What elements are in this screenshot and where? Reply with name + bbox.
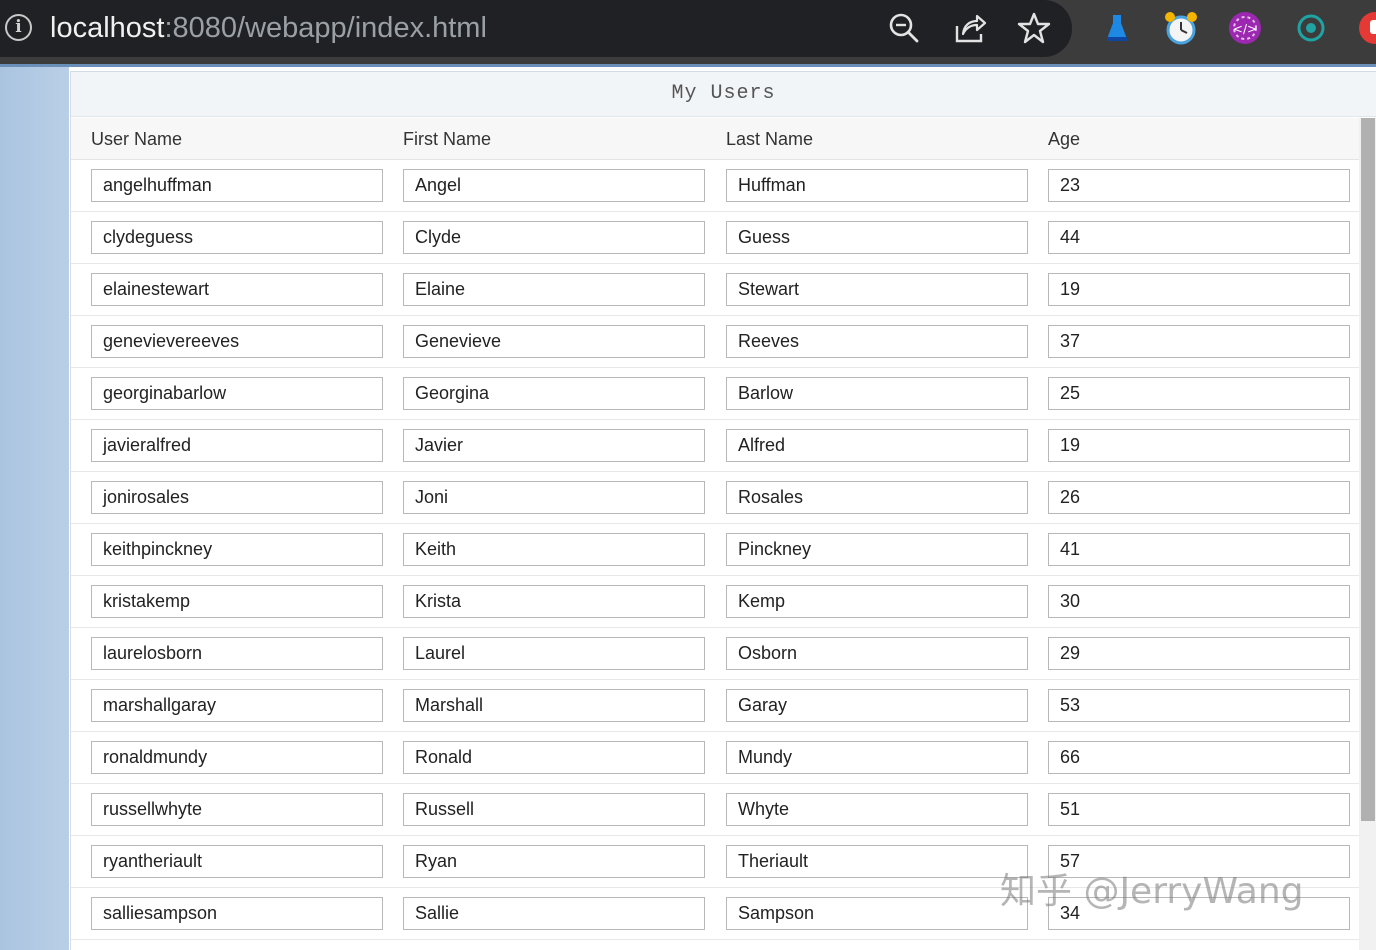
table-row: clydeguess Clyde Guess 44 (71, 212, 1359, 264)
table-header: User Name First Name Last Name Age (71, 118, 1359, 160)
username-field[interactable]: marshallgaray (91, 689, 383, 722)
username-field[interactable]: angelhuffman (91, 169, 383, 202)
table-scrollbar-thumb[interactable] (1361, 118, 1375, 821)
username-field[interactable]: clydeguess (91, 221, 383, 254)
bookmark-star-icon[interactable] (1016, 10, 1052, 46)
watermark-text: 知乎 @JerryWang (1000, 862, 1304, 914)
browser-toolbar: i localhost:8080/webapp/index.html </> (0, 0, 1376, 66)
table-body: angelhuffman Angel Huffman 23 clydeguess… (71, 160, 1359, 940)
last-name-field[interactable]: Barlow (726, 377, 1028, 410)
first-name-field[interactable]: Laurel (403, 637, 705, 670)
username-field[interactable]: salliesampson (91, 897, 383, 930)
share-icon[interactable] (952, 10, 988, 46)
first-name-field[interactable]: Ryan (403, 845, 705, 878)
age-field[interactable]: 23 (1048, 169, 1350, 202)
age-field[interactable]: 26 (1048, 481, 1350, 514)
first-name-field[interactable]: Elaine (403, 273, 705, 306)
age-field[interactable]: 41 (1048, 533, 1350, 566)
table-title: My Users (71, 71, 1376, 117)
column-header-age[interactable]: Age (1048, 118, 1080, 160)
column-header-first-name[interactable]: First Name (403, 118, 491, 160)
username-field[interactable]: georginabarlow (91, 377, 383, 410)
table-row: kristakemp Krista Kemp 30 (71, 576, 1359, 628)
last-name-field[interactable]: Stewart (726, 273, 1028, 306)
username-field[interactable]: laurelosborn (91, 637, 383, 670)
last-name-field[interactable]: Alfred (726, 429, 1028, 462)
first-name-field[interactable]: Ronald (403, 741, 705, 774)
extension-flask-icon[interactable] (1098, 9, 1136, 47)
extension-eye-icon[interactable] (1292, 9, 1330, 47)
extension-alarm-clock-icon[interactable] (1162, 9, 1200, 47)
last-name-field[interactable]: Whyte (726, 793, 1028, 826)
username-field[interactable]: elainestewart (91, 273, 383, 306)
table-row: genevievereeves Genevieve Reeves 37 (71, 316, 1359, 368)
age-field[interactable]: 37 (1048, 325, 1350, 358)
username-field[interactable]: ronaldmundy (91, 741, 383, 774)
last-name-field[interactable]: Guess (726, 221, 1028, 254)
last-name-field[interactable]: Garay (726, 689, 1028, 722)
last-name-field[interactable]: Mundy (726, 741, 1028, 774)
last-name-field[interactable]: Osborn (726, 637, 1028, 670)
age-field[interactable]: 19 (1048, 273, 1350, 306)
svg-text:</>: </> (1233, 22, 1257, 36)
table-row: elainestewart Elaine Stewart 19 (71, 264, 1359, 316)
column-header-last-name[interactable]: Last Name (726, 118, 813, 160)
username-field[interactable]: kristakemp (91, 585, 383, 618)
age-field[interactable]: 19 (1048, 429, 1350, 462)
age-field[interactable]: 44 (1048, 221, 1350, 254)
first-name-field[interactable]: Angel (403, 169, 705, 202)
table-row: ronaldmundy Ronald Mundy 66 (71, 732, 1359, 784)
table-row: russellwhyte Russell Whyte 51 (71, 784, 1359, 836)
first-name-field[interactable]: Krista (403, 585, 705, 618)
table-row: georginabarlow Georgina Barlow 25 (71, 368, 1359, 420)
column-header-user-name[interactable]: User Name (91, 118, 182, 160)
age-field[interactable]: 29 (1048, 637, 1350, 670)
table-row: keithpinckney Keith Pinckney 41 (71, 524, 1359, 576)
first-name-field[interactable]: Georgina (403, 377, 705, 410)
first-name-field[interactable]: Genevieve (403, 325, 705, 358)
users-table-panel: My Users User Name First Name Last Name … (70, 71, 1376, 950)
last-name-field[interactable]: Pinckney (726, 533, 1028, 566)
first-name-field[interactable]: Marshall (403, 689, 705, 722)
username-field[interactable]: russellwhyte (91, 793, 383, 826)
first-name-field[interactable]: Javier (403, 429, 705, 462)
extension-purple-icon[interactable]: </> (1226, 9, 1264, 47)
table-row: angelhuffman Angel Huffman 23 (71, 160, 1359, 212)
age-field[interactable]: 66 (1048, 741, 1350, 774)
username-field[interactable]: genevievereeves (91, 325, 383, 358)
age-field[interactable]: 51 (1048, 793, 1350, 826)
last-name-field[interactable]: Huffman (726, 169, 1028, 202)
table-row: laurelosborn Laurel Osborn 29 (71, 628, 1359, 680)
last-name-field[interactable]: Sampson (726, 897, 1028, 930)
last-name-field[interactable]: Kemp (726, 585, 1028, 618)
username-field[interactable]: javieralfred (91, 429, 383, 462)
first-name-field[interactable]: Joni (403, 481, 705, 514)
first-name-field[interactable]: Keith (403, 533, 705, 566)
last-name-field[interactable]: Rosales (726, 481, 1028, 514)
age-field[interactable]: 53 (1048, 689, 1350, 722)
first-name-field[interactable]: Russell (403, 793, 705, 826)
table-row: marshallgaray Marshall Garay 53 (71, 680, 1359, 732)
table-row: jonirosales Joni Rosales 26 (71, 472, 1359, 524)
extension-red-icon[interactable] (1356, 9, 1376, 47)
age-field[interactable]: 30 (1048, 585, 1350, 618)
username-field[interactable]: keithpinckney (91, 533, 383, 566)
address-bar[interactable]: i localhost:8080/webapp/index.html (0, 0, 1072, 57)
last-name-field[interactable]: Reeves (726, 325, 1028, 358)
first-name-field[interactable]: Clyde (403, 221, 705, 254)
zoom-out-icon[interactable] (886, 10, 922, 46)
age-field[interactable]: 25 (1048, 377, 1350, 410)
site-info-icon[interactable]: i (5, 14, 32, 41)
last-name-field[interactable]: Theriault (726, 845, 1028, 878)
first-name-field[interactable]: Sallie (403, 897, 705, 930)
username-field[interactable]: jonirosales (91, 481, 383, 514)
username-field[interactable]: ryantheriault (91, 845, 383, 878)
table-row: javieralfred Javier Alfred 19 (71, 420, 1359, 472)
url-text[interactable]: localhost:8080/webapp/index.html (50, 10, 487, 46)
